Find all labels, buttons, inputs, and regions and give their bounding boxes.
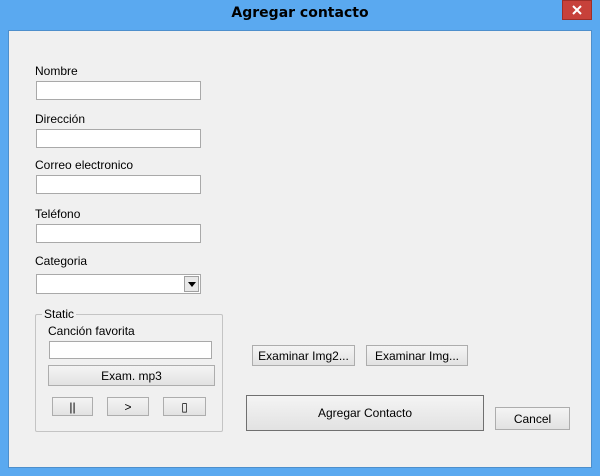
direccion-field[interactable] xyxy=(36,129,201,148)
telefono-label: Teléfono xyxy=(35,207,81,221)
categoria-dropdown-button[interactable] xyxy=(184,276,199,292)
examinar-img2-button[interactable]: Examinar Img2... xyxy=(252,345,355,366)
direccion-label: Dirección xyxy=(35,112,86,126)
play-button[interactable]: > xyxy=(107,397,149,416)
exam-mp3-button[interactable]: Exam. mp3 xyxy=(48,365,215,386)
categoria-select[interactable] xyxy=(36,274,201,294)
stop-button[interactable]: ▯ xyxy=(163,397,206,416)
dialog-client-area: Nombre Dirección Correo electronico Telé… xyxy=(8,30,592,468)
nombre-field[interactable] xyxy=(36,81,201,100)
static-group-legend: Static xyxy=(42,307,77,321)
window-title: Agregar contacto xyxy=(231,5,369,21)
categoria-label: Categoria xyxy=(35,254,88,268)
static-groupbox: Static Canción favorita Exam. mp3 || > ▯ xyxy=(35,307,223,432)
examinar-img-button[interactable]: Examinar Img... xyxy=(366,345,468,366)
correo-field[interactable] xyxy=(36,175,201,194)
cancion-favorita-field[interactable] xyxy=(49,341,212,359)
telefono-field[interactable] xyxy=(36,224,201,243)
agregar-contacto-button[interactable]: Agregar Contacto xyxy=(246,395,484,431)
close-button[interactable] xyxy=(562,0,592,20)
cancel-button[interactable]: Cancel xyxy=(495,407,570,430)
title-bar[interactable]: Agregar contacto xyxy=(0,0,600,30)
close-icon xyxy=(572,5,582,15)
chevron-down-icon xyxy=(187,281,196,287)
nombre-label: Nombre xyxy=(35,64,78,78)
correo-label: Correo electronico xyxy=(35,158,134,172)
dialog-window: Agregar contacto Nombre Dirección Correo… xyxy=(0,0,600,476)
pause-button[interactable]: || xyxy=(52,397,93,416)
cancion-favorita-label: Canción favorita xyxy=(48,324,135,338)
